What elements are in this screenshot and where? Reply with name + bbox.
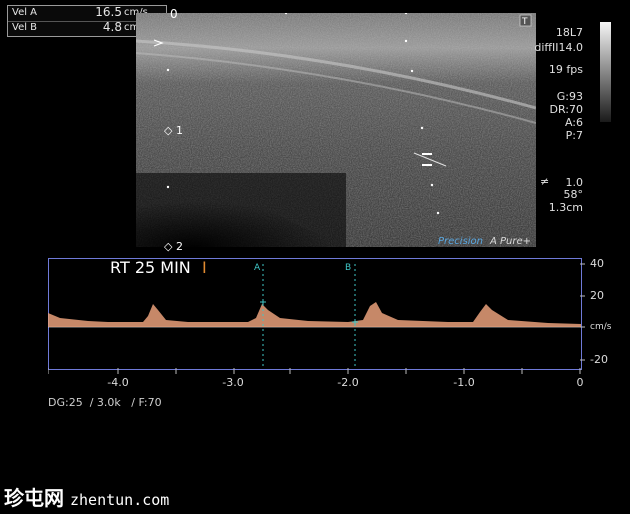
y-tick: 40 — [590, 257, 604, 270]
x-axis-ticks — [48, 368, 581, 374]
pure-logo: A Pure+ — [490, 236, 532, 247]
annotation-text: RT 25 MIN — [110, 258, 191, 277]
x-tick: -4.0 — [107, 376, 129, 389]
precision-logo: Precision — [438, 236, 484, 247]
bmode-image: T — [136, 13, 536, 247]
dynamic-range-value: DR:70 — [549, 103, 583, 116]
acoustic-shadow — [136, 173, 346, 247]
measurement-value: 16.5 — [95, 5, 122, 19]
watermark-domain: zhentun.com — [70, 491, 170, 509]
watermark: 珍屯网 zhentun.com — [4, 482, 169, 511]
doppler-settings: DG:25 / 3.0k / F:70 — [48, 396, 162, 409]
cursor-a-label: A — [254, 263, 261, 273]
y-tick: -20 — [590, 353, 608, 366]
cursor-b-label: B — [345, 263, 352, 273]
x-tick: -1.0 — [453, 376, 475, 389]
depth-marker-1: 1 — [176, 124, 183, 137]
gain-value: G:93 — [556, 90, 583, 103]
preset-label: diffII14.0 — [534, 41, 583, 54]
depth-value: 1.3cm — [548, 201, 583, 214]
angle-value: 58° — [563, 188, 584, 201]
measurement-label: Vel B — [12, 22, 38, 33]
frame-rate: 19 fps — [548, 63, 583, 76]
measurement-label: Vel A — [12, 7, 38, 18]
spectral-waveform — [48, 302, 581, 327]
y-axis-ticks — [580, 263, 585, 361]
grayscale-bar — [600, 22, 611, 122]
y-unit: cm/s — [590, 322, 612, 332]
probe-name: 18L7 — [555, 26, 583, 39]
depth-diamond-icon: ◇ — [164, 124, 173, 137]
cursor-a-marker-icon — [260, 299, 266, 305]
measurement-value: 4.8 — [102, 20, 122, 34]
x-tick: -3.0 — [222, 376, 244, 389]
x-tick: -2.0 — [337, 376, 359, 389]
svg-text:T: T — [521, 17, 528, 27]
x-tick: 0 — [576, 376, 584, 389]
p-value: P:7 — [565, 129, 583, 142]
text-cursor-icon: I — [202, 258, 207, 277]
y-tick: 20 — [590, 289, 604, 302]
depth-marker-0: 0 — [170, 7, 178, 21]
depth-marker-2: 2 — [176, 240, 183, 253]
a-value: A:6 — [564, 116, 583, 129]
depth-diamond-icon: ◇ — [164, 240, 173, 253]
watermark-text: 珍屯网 — [4, 486, 64, 510]
